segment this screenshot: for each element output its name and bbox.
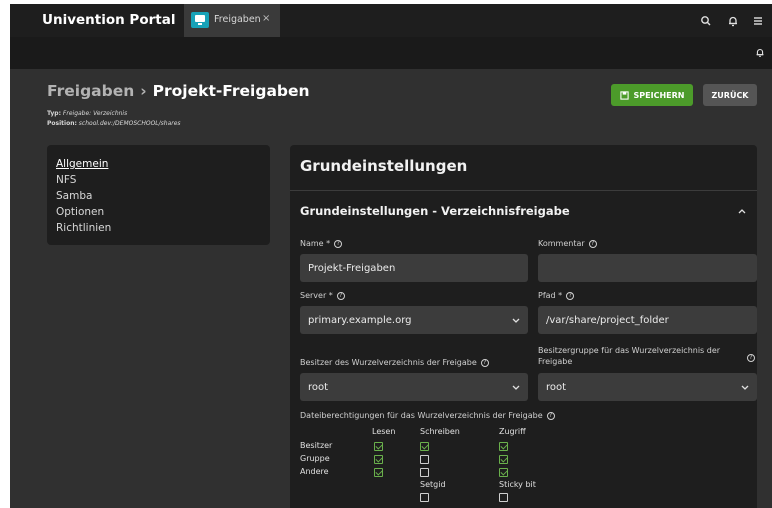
save-button-label: SPEICHERN [633, 90, 685, 100]
checkbox-gruppe-schreiben[interactable] [420, 455, 429, 464]
kommentar-field[interactable] [538, 254, 757, 282]
server-label: Server *? [300, 291, 345, 300]
pfad-label: Pfad *? [538, 291, 575, 300]
app-window: Univention Portal Freigaben × Freigaben ›… [10, 4, 772, 508]
breadcrumb: Freigaben › Projekt-Freigaben [47, 82, 310, 100]
besitzergruppe-select[interactable]: root [538, 373, 757, 401]
help-icon[interactable]: ? [546, 411, 555, 420]
back-button[interactable]: ZURÜCK [703, 84, 757, 106]
checkbox-sticky-bit[interactable] [499, 493, 508, 502]
help-icon[interactable]: ? [588, 239, 597, 248]
checkbox-gruppe-lesen[interactable] [374, 455, 383, 464]
breadcrumb-separator: › [140, 82, 147, 100]
server-select[interactable]: primary.example.org [300, 306, 528, 334]
tab-freigaben[interactable]: Freigaben × [184, 4, 280, 37]
side-navigation: Allgemein NFS Samba Optionen Richtlinien [47, 145, 270, 245]
perm-row-gruppe: Gruppe [300, 454, 330, 463]
checkbox-besitzer-schreiben[interactable] [420, 442, 429, 451]
setgid-label: Setgid [420, 480, 446, 489]
nav-item-allgemein[interactable]: Allgemein [56, 156, 270, 172]
chevron-down-icon [512, 385, 520, 390]
perm-col-zugriff: Zugriff [499, 427, 526, 436]
portal-title[interactable]: Univention Portal [42, 12, 175, 28]
besitzer-label: Besitzer des Wurzelverzeichnis der Freig… [300, 358, 489, 367]
permissions-title: Dateiberechtigungen für das Wurzelverzei… [300, 411, 555, 420]
section-title[interactable]: Grundeinstellungen - Verzeichnisfreigabe [300, 204, 570, 218]
besitzer-select[interactable]: root [300, 373, 528, 401]
tab-close-icon[interactable]: × [262, 13, 270, 24]
top-header: Univention Portal Freigaben × [10, 4, 772, 37]
main-panel: Grundeinstellungen Grundeinstellungen - … [290, 145, 757, 508]
chevron-down-icon [512, 318, 520, 323]
nav-item-nfs[interactable]: NFS [56, 172, 270, 188]
notification-bar [10, 37, 772, 69]
help-icon[interactable]: ? [747, 354, 755, 362]
bell-icon[interactable] [754, 46, 766, 59]
help-icon[interactable]: ? [480, 358, 489, 367]
perm-col-lesen: Lesen [372, 427, 396, 436]
perm-row-andere: Andere [300, 467, 329, 476]
name-field[interactable]: Projekt-Freigaben [300, 254, 528, 282]
checkbox-andere-zugriff[interactable] [499, 468, 508, 477]
menu-icon[interactable] [751, 14, 765, 28]
nav-item-optionen[interactable]: Optionen [56, 204, 270, 220]
object-position-info: Position: school.dev:/DEMOSCHOOL/shares [47, 120, 181, 127]
name-label: Name *? [300, 239, 343, 248]
checkbox-besitzer-lesen[interactable] [374, 442, 383, 451]
bell-icon[interactable] [726, 14, 740, 28]
kommentar-label: Kommentar? [538, 239, 597, 248]
checkbox-andere-schreiben[interactable] [420, 468, 429, 477]
checkbox-gruppe-zugriff[interactable] [499, 455, 508, 464]
help-icon[interactable]: ? [566, 291, 575, 300]
object-type-info: Typ: Freigabe: Verzeichnis [47, 110, 128, 117]
save-button[interactable]: SPEICHERN [611, 84, 693, 106]
nav-item-richtlinien[interactable]: Richtlinien [56, 220, 270, 236]
nav-item-samba[interactable]: Samba [56, 188, 270, 204]
breadcrumb-parent[interactable]: Freigaben [47, 82, 134, 100]
chevron-up-icon[interactable] [738, 208, 746, 214]
floppy-icon [619, 90, 629, 100]
perm-row-besitzer: Besitzer [300, 441, 333, 450]
divider [290, 190, 757, 191]
panel-title: Grundeinstellungen [300, 157, 468, 175]
perm-col-schreiben: Schreiben [420, 427, 460, 436]
help-icon[interactable]: ? [334, 239, 343, 248]
pfad-field[interactable]: /var/share/project_folder [538, 306, 757, 334]
besitzergruppe-label: Besitzergruppe für das Wurzelverzeichnis… [538, 346, 721, 366]
checkbox-besitzer-zugriff[interactable] [499, 442, 508, 451]
sticky-bit-label: Sticky bit [499, 480, 536, 489]
computer-icon [191, 12, 209, 28]
help-icon[interactable]: ? [336, 291, 345, 300]
tab-label: Freigaben [214, 14, 261, 25]
search-icon[interactable] [699, 14, 713, 28]
page-title: Projekt-Freigaben [152, 82, 310, 100]
checkbox-andere-lesen[interactable] [374, 468, 383, 477]
chevron-down-icon [741, 385, 749, 390]
checkbox-setgid[interactable] [420, 493, 429, 502]
